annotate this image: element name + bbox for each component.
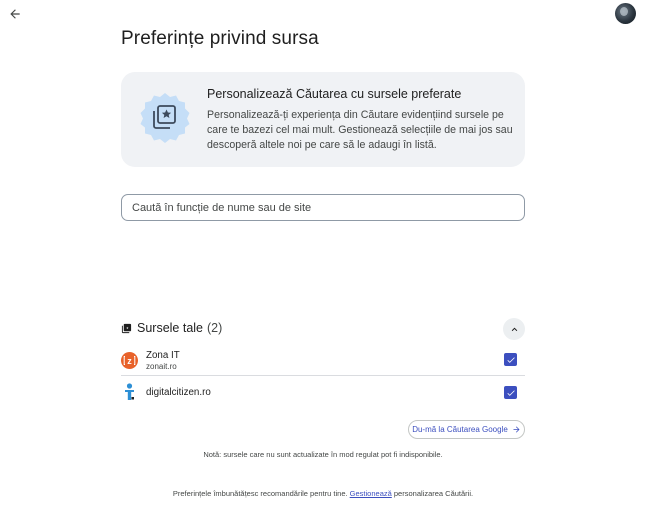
info-card-description: Personalizează-ți experiența din Căutare… [207,109,513,151]
sources-count: (2) [207,321,223,335]
source-checkbox[interactable] [504,353,517,366]
arrow-right-icon [513,426,520,433]
source-name: digitalcitizen.ro [146,387,211,398]
footer-text-after: personalizarea Căutării. [393,489,474,498]
goto-google-search-button[interactable]: Du-mă la Căutarea Google [408,420,525,439]
manage-personalization-link[interactable]: Gestionează [350,489,392,498]
sources-header: Sursele tale (2) [121,320,222,336]
digitalcitizen-logo-icon [125,383,134,400]
info-card-title: Personalizează Căutarea cu sursele prefe… [207,87,462,101]
page-title: Preferințe privind sursa [121,28,319,49]
check-icon [506,389,515,396]
search-input[interactable] [122,195,524,220]
zonait-logo-icon: z [121,352,138,369]
source-name: Zona IT [146,350,180,361]
preferred-sources-illustration [139,91,191,143]
source-item-digitalcitizen[interactable]: digitalcitizen.ro [121,380,525,404]
svg-text:z: z [127,356,132,366]
collapse-sources-button[interactable] [503,318,525,340]
avatar[interactable] [615,3,636,24]
source-url: zonait.ro [146,362,177,371]
back-button[interactable] [6,5,24,23]
footer-text: Preferințele îmbunătățesc recomandările … [0,489,646,498]
availability-note: Notă: sursele care nu sunt actualizate î… [203,450,443,459]
source-checkbox[interactable] [504,386,517,399]
footer-text-before: Preferințele îmbunătățesc recomandările … [172,489,348,498]
source-item-zonait[interactable]: z Zona IT zonait.ro [121,346,525,376]
search-field[interactable] [121,194,525,221]
goto-google-search-label: Du-mă la Căutarea Google [412,425,508,434]
star-square-icon [140,93,190,143]
library-icon [121,323,132,333]
info-card: Personalizează Căutarea cu sursele prefe… [121,72,525,167]
arrow-left-icon [10,9,20,19]
chevron-up-icon [511,327,517,331]
check-icon [506,356,515,363]
sources-title: Sursele tale [137,321,204,335]
